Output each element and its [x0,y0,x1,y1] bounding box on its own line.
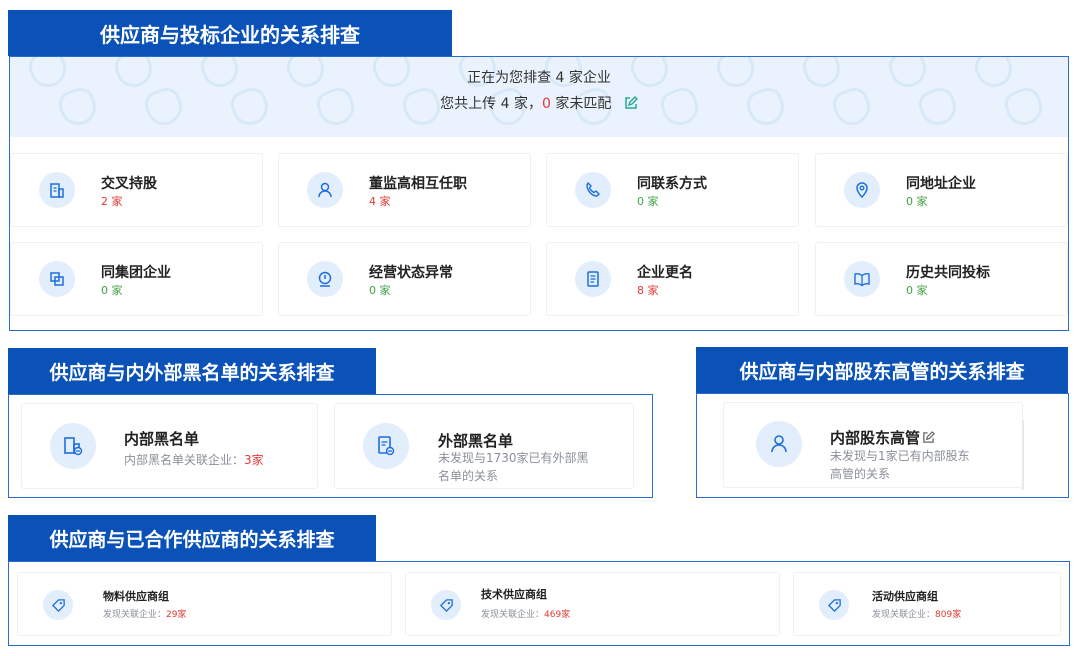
tag-icon [431,590,461,620]
card-desc-line: 名单的关系 [438,469,499,483]
edit-icon[interactable] [922,430,935,448]
card-title: 外部黑名单 [438,432,514,450]
card-internal-blacklist[interactable]: 内部黑名单 内部黑名单关联企业：3家 [21,403,318,489]
section-title-blacklist: 供应商与内外部黑名单的关系排查 [8,348,376,394]
card-desc: 发现关联企业：469家 [481,607,570,620]
card-title-row: 内部股东高管 [830,427,935,448]
card-title: 董监高相互任职 [369,176,467,192]
card-desc: 发现关联企业：809家 [872,607,961,620]
card-desc: 内部黑名单关联企业：3家 [124,451,264,469]
card-internal-shareholders[interactable]: 内部股东高管 未发现与1家已有内部股东 高管的关系 [723,402,1023,488]
card-abnormal-status[interactable]: 经营状态异常 0 家 [278,242,531,316]
location-icon [844,172,880,208]
card-count: 4 家 [369,195,391,208]
section-title-cooperated: 供应商与已合作供应商的关系排查 [8,515,376,561]
card-title: 物料供应商组 [103,590,169,603]
card-desc-line: 未发现与1730家已有外部黑 [438,451,589,465]
summary-upload-line: 您共上传 4 家，0 家未匹配 [10,93,1068,114]
building-icon [39,172,75,208]
card-title: 交叉持股 [101,176,157,192]
card-count: 0 家 [637,195,659,208]
card-desc-line: 未发现与1家已有内部股东 [830,449,970,463]
card-count: 0 家 [906,284,928,297]
card-desc: 未发现与1家已有内部股东 高管的关系 [830,447,970,483]
document-icon [575,261,611,297]
card-title: 内部黑名单 [124,430,200,448]
card-joint-bidding-history[interactable]: 历史共同投标 0 家 [815,242,1068,316]
card-material-group[interactable]: 物料供应商组 发现关联企业：29家 [17,572,392,636]
card-external-blacklist[interactable]: 外部黑名单 未发现与1730家已有外部黑 名单的关系 [334,403,634,489]
unmatched-count: 0 [541,96,551,112]
bidding-relations-panel: 正在为您排查 4 家企业 您共上传 4 家，0 家未匹配 交叉持股 2 家 董监… [9,56,1069,331]
card-count: 2 家 [101,195,123,208]
summary-checking-text: 正在为您排查 4 家企业 [467,70,611,86]
card-count: 0 家 [101,284,123,297]
card-desc-text: 发现关联企业： [481,610,545,620]
card-title: 同联系方式 [637,176,707,192]
card-title: 经营状态异常 [369,265,453,281]
scrollbar[interactable] [1022,420,1024,490]
summary-unmatched-text: 家未匹配 [550,96,612,112]
card-title: 同集团企业 [101,265,171,281]
card-cross-directorship[interactable]: 董监高相互任职 4 家 [278,153,531,227]
card-count: 8 家 [637,284,659,297]
card-desc-line: 高管的关系 [830,467,891,481]
card-name-change[interactable]: 企业更名 8 家 [546,242,799,316]
section-title-shareholders: 供应商与内部股东高管的关系排查 [696,347,1068,393]
card-desc-text: 内部黑名单关联企业： [124,453,245,467]
card-count: 469家 [544,610,571,620]
building-icon [50,423,96,469]
cooperated-suppliers-panel: 物料供应商组 发现关联企业：29家 技术供应商组 发现关联企业：469家 活动供… [8,561,1070,646]
card-title: 同地址企业 [906,176,976,192]
tag-icon [819,590,849,620]
card-title: 内部股东高管 [830,429,921,447]
person-icon [756,421,802,467]
person-icon [307,172,343,208]
card-count: 0 家 [906,195,928,208]
card-same-contact[interactable]: 同联系方式 0 家 [546,153,799,227]
card-same-address[interactable]: 同地址企业 0 家 [815,153,1068,227]
blacklist-panel: 内部黑名单 内部黑名单关联企业：3家 外部黑名单 未发现与1730家已有外部黑 … [8,394,653,498]
summary-banner: 正在为您排查 4 家企业 您共上传 4 家，0 家未匹配 [10,57,1068,137]
card-desc: 未发现与1730家已有外部黑 名单的关系 [438,449,589,485]
book-icon [844,261,880,297]
shareholders-panel: 内部股东高管 未发现与1家已有内部股东 高管的关系 [696,393,1069,498]
card-desc: 发现关联企业：29家 [103,607,186,620]
phone-icon [575,172,611,208]
card-same-group[interactable]: 同集团企业 0 家 [10,242,263,316]
edit-icon[interactable] [624,96,638,114]
card-title: 企业更名 [637,265,693,281]
tag-icon [43,590,73,620]
card-title: 历史共同投标 [906,265,990,281]
summary-upload-text: 您共上传 4 家， [440,96,542,112]
alert-icon [307,261,343,297]
card-tech-group[interactable]: 技术供应商组 发现关联企业：469家 [405,572,780,636]
card-desc-text: 发现关联企业： [103,610,167,620]
card-count: 3家 [244,453,264,467]
card-event-group[interactable]: 活动供应商组 发现关联企业：809家 [793,572,1061,636]
card-title: 活动供应商组 [872,590,938,603]
card-count: 809家 [935,610,962,620]
card-count: 29家 [166,610,187,620]
card-title: 技术供应商组 [481,588,547,601]
section-title-bidding: 供应商与投标企业的关系排查 [8,10,452,56]
card-desc-text: 发现关联企业： [872,610,936,620]
document-check-icon [363,423,409,469]
card-count: 0 家 [369,284,391,297]
group-icon [39,261,75,297]
card-cross-shareholding[interactable]: 交叉持股 2 家 [10,153,263,227]
